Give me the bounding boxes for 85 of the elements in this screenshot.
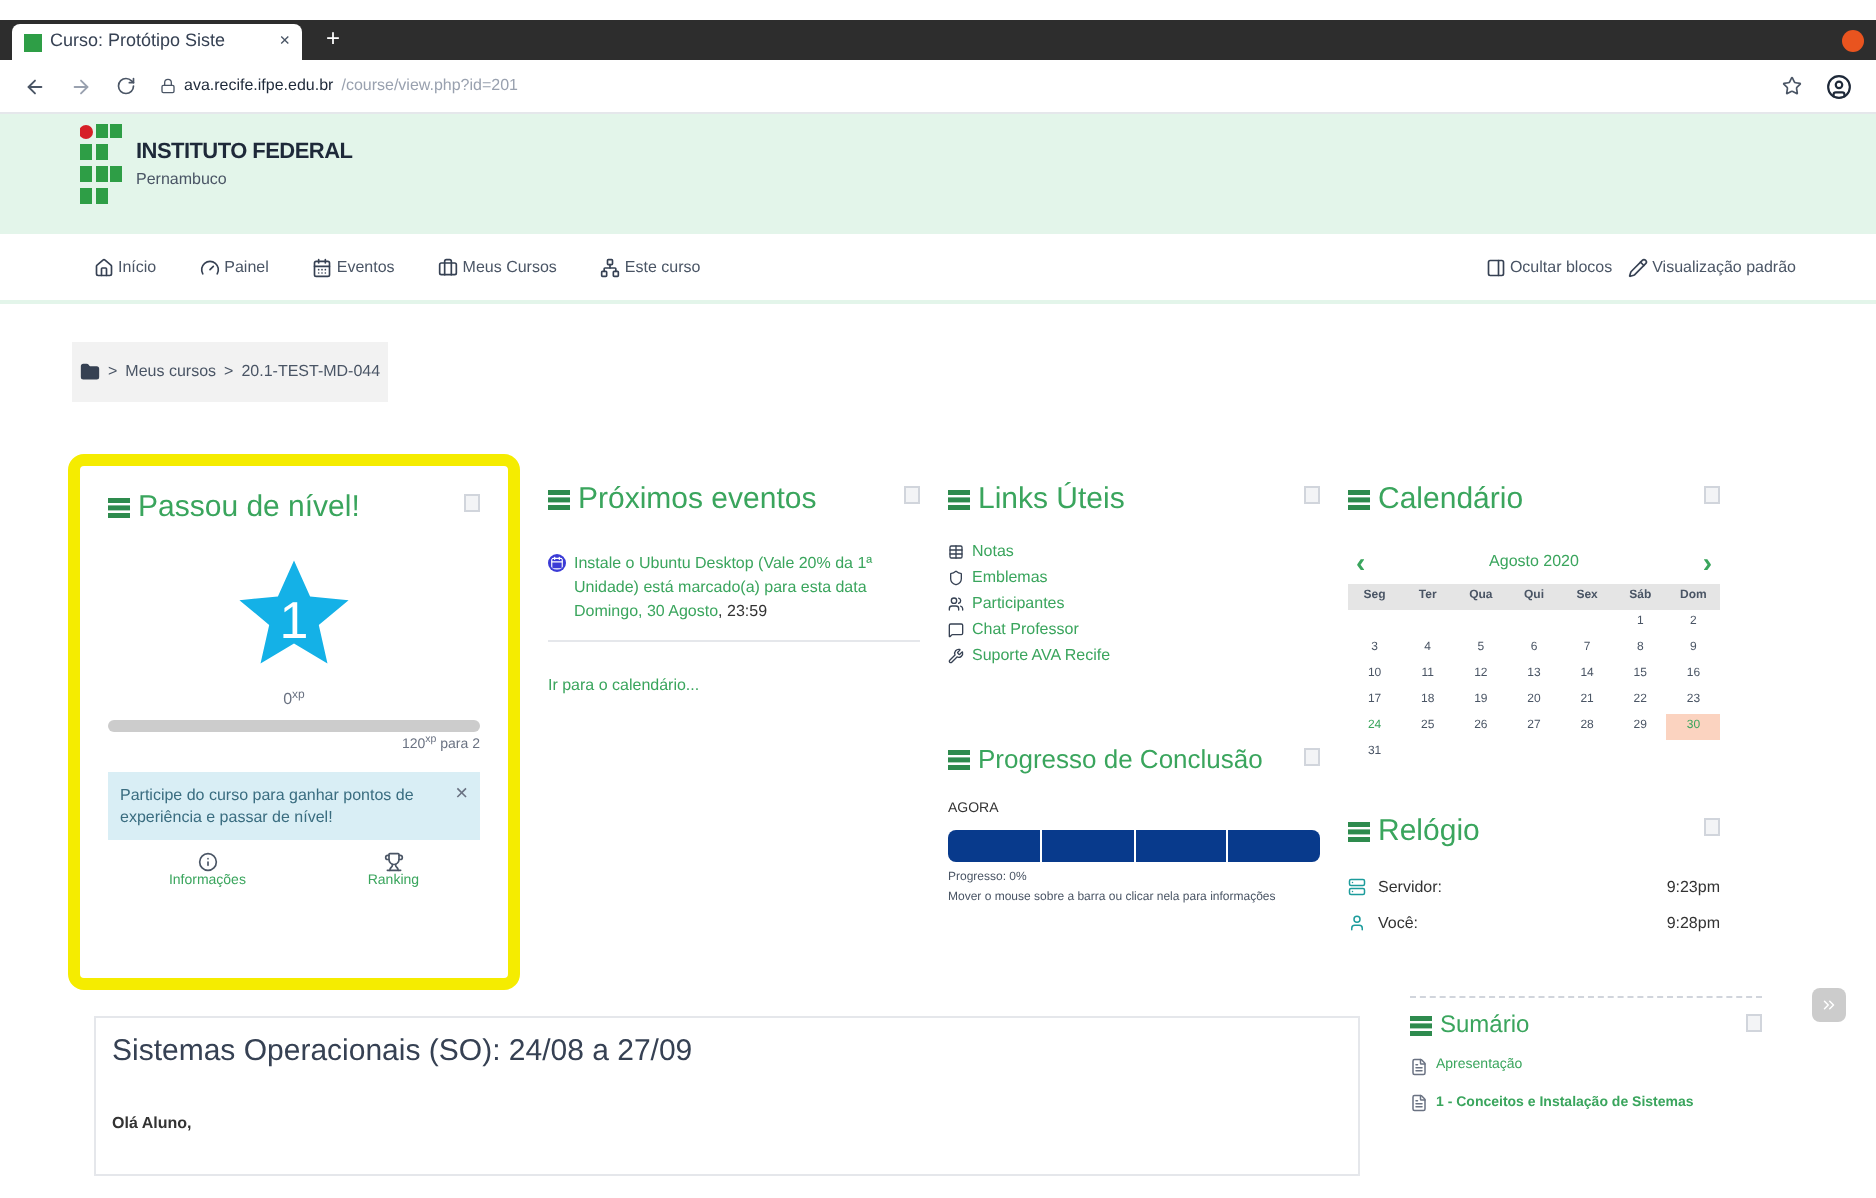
breadcrumb-link[interactable]: 20.1-TEST-MD-044 — [241, 360, 381, 384]
block-toggle-icon[interactable] — [1304, 486, 1320, 504]
progress-segment[interactable] — [1041, 829, 1133, 861]
block-title: Relógio — [1378, 813, 1480, 851]
institute-subtitle: Pernambuco — [136, 167, 229, 192]
bookmark-star-icon[interactable] — [1782, 76, 1802, 96]
window-close-icon[interactable] — [1842, 30, 1864, 52]
progress-segment[interactable] — [1135, 829, 1227, 861]
month-title: Agosto 2020 — [1489, 549, 1579, 574]
list-icon — [1348, 490, 1370, 511]
clock-label: Você: — [1378, 911, 1421, 935]
nav-link[interactable]: Eventos — [312, 255, 395, 279]
back-icon[interactable] — [24, 75, 46, 97]
block-toggle-icon[interactable] — [1704, 486, 1720, 504]
sitemap-icon — [600, 257, 621, 277]
users-icon — [948, 595, 964, 612]
block-title: Sumário — [1440, 1010, 1530, 1040]
list-icon — [548, 490, 570, 511]
block-toggle-icon[interactable] — [1704, 817, 1720, 836]
list-icon — [948, 749, 970, 770]
reload-icon[interactable] — [116, 76, 136, 96]
drawer-toggle-button[interactable] — [1812, 988, 1846, 1022]
user-icon — [1348, 914, 1366, 932]
clock-label: Servidor: — [1378, 875, 1445, 899]
breadcrumb-link[interactable]: Meus cursos — [125, 360, 217, 384]
progress-segment[interactable] — [948, 829, 1040, 861]
pencil-icon — [1628, 257, 1649, 277]
double-chevron-icon — [1820, 996, 1838, 1014]
breadcrumb-separator: > — [108, 360, 118, 384]
section-greeting: Olá Aluno, — [112, 1111, 194, 1135]
chat-icon — [948, 621, 964, 638]
nav-link[interactable]: Este curso — [600, 255, 701, 279]
dashboard-icon — [200, 257, 221, 277]
section-title: Sistemas Operacionais (SO): 24/08 a 27/09 — [112, 1032, 695, 1072]
profile-icon[interactable] — [1826, 73, 1852, 99]
block-toggle-icon[interactable] — [904, 486, 920, 504]
list-icon — [108, 498, 130, 519]
tab-close-button[interactable]: × — [279, 28, 290, 56]
briefcase-icon — [438, 257, 459, 277]
xp-points: 0$^{xp}$ — [281, 687, 307, 712]
event-time: , 23:59 — [718, 599, 768, 624]
block-title: Passou de nível! — [138, 490, 360, 528]
block-title: Próximos eventos — [578, 482, 817, 520]
block-toggle-icon[interactable] — [1304, 747, 1320, 766]
page-icon — [1410, 1094, 1428, 1113]
site-favicon — [24, 33, 42, 51]
server-icon — [1348, 878, 1366, 896]
institute-name: INSTITUTO FEDERAL — [136, 140, 353, 168]
lock-icon — [160, 78, 176, 94]
home-icon — [94, 257, 114, 277]
list-icon — [1348, 822, 1370, 843]
nav-link[interactable]: Ocultar blocos — [1485, 255, 1613, 279]
table-icon — [948, 543, 964, 560]
nav-link[interactable]: Meus Cursos — [438, 255, 557, 279]
trophy-icon — [383, 852, 404, 873]
shield-icon — [948, 569, 964, 586]
new-tab-button[interactable]: + — [326, 20, 341, 56]
calendar-icon — [312, 257, 333, 277]
clock-time: 9:28pm — [1666, 911, 1720, 935]
list-icon — [948, 490, 970, 511]
nav-link[interactable]: Início — [94, 255, 157, 279]
notice-close-button[interactable]: × — [455, 784, 468, 829]
folder-icon[interactable] — [80, 362, 100, 382]
nav-link[interactable]: Painel — [200, 255, 269, 279]
clock-time: 9:23pm — [1666, 875, 1720, 899]
breadcrumb-separator: > — [224, 360, 234, 384]
forward-icon[interactable] — [70, 75, 92, 97]
block-title: Progresso de Conclusão — [978, 743, 1263, 776]
block-title: Calendário — [1378, 482, 1524, 520]
block-toggle-icon[interactable] — [464, 494, 480, 512]
wrench-icon — [948, 647, 964, 664]
list-icon — [1410, 1015, 1432, 1035]
event-icon — [548, 553, 566, 572]
blocks-icon — [1485, 257, 1506, 277]
page-icon — [1410, 1057, 1428, 1076]
block-title: Links Úteis — [978, 482, 1125, 520]
browser-tab[interactable]: Curso: Protótipo Siste × — [12, 24, 302, 60]
block-toggle-icon[interactable] — [1746, 1014, 1762, 1032]
url-field[interactable]: ava.recife.ifpe.edu.br /course/view.php?id=201 — [160, 74, 1758, 98]
progress-bar[interactable] — [948, 829, 1320, 861]
nav-link[interactable]: Visualização padrão — [1628, 255, 1796, 279]
tab-title: Curso: Protótipo Siste — [50, 28, 228, 55]
info-icon — [197, 852, 218, 873]
notice-text: Participe do curso para ganhar pontos de experiência e passar de nível! — [120, 784, 416, 829]
progress-segment[interactable] — [1228, 829, 1320, 861]
